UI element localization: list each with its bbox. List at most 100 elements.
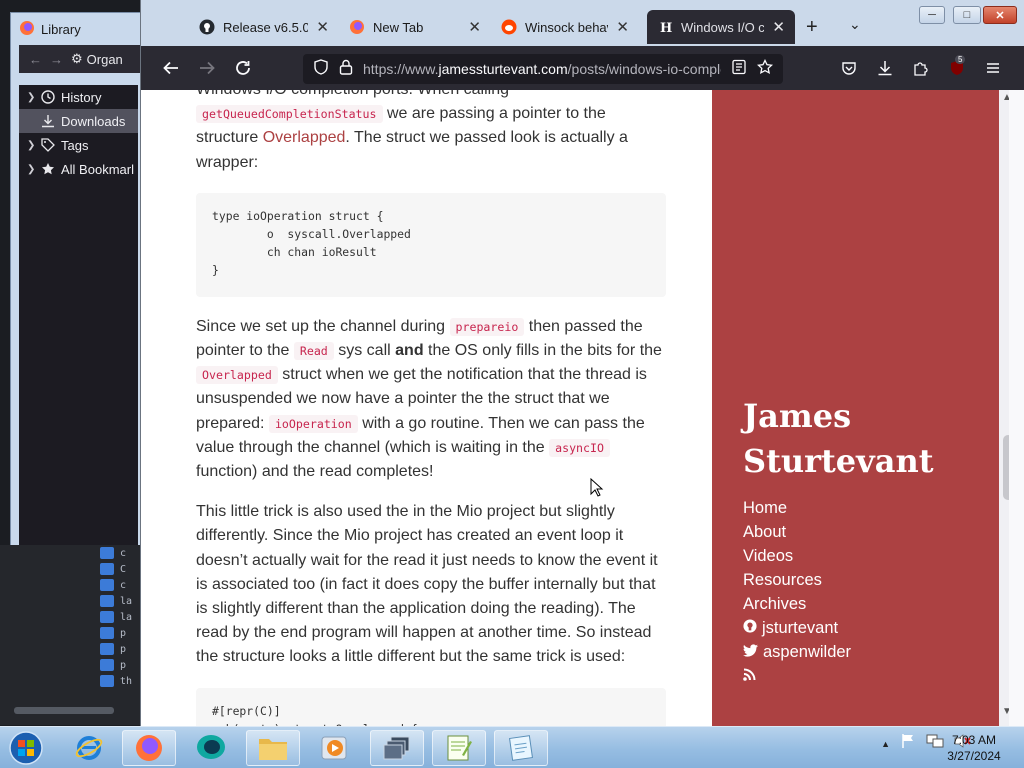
close-icon[interactable]: ✕ — [616, 18, 629, 36]
taskbar-clock[interactable]: 7:03 AM 3/27/2024 — [936, 732, 1012, 764]
scroll-up-icon[interactable]: ▲ — [1002, 92, 1009, 103]
bubble-app-icon — [197, 735, 225, 759]
list-item: c — [100, 545, 140, 561]
tab-release[interactable]: Release v6.5.0 · dr ✕ — [189, 10, 339, 44]
library-item-all-bookmarks[interactable]: ❯ All Bookmarl — [19, 157, 138, 181]
background-editor-window: c C c la la p p p th — [0, 545, 145, 725]
sidebar-link-about[interactable]: About — [743, 520, 973, 544]
text: sys call — [338, 342, 391, 360]
sidebar-link-videos[interactable]: Videos — [743, 544, 973, 568]
lock-icon[interactable] — [339, 59, 353, 80]
expand-arrow-icon[interactable]: ❯ — [27, 164, 35, 175]
library-item-label: History — [61, 89, 102, 105]
library-item-label: Tags — [61, 137, 89, 153]
sidebar-link-home[interactable]: Home — [743, 496, 973, 520]
url-host: jamessturtevant.com — [438, 61, 568, 77]
tab-new-tab[interactable]: New Tab ✕ — [339, 10, 491, 44]
show-hidden-icons-button[interactable]: ▲ — [881, 739, 890, 749]
url-path: /posts/windows-io-complet — [567, 61, 721, 77]
minimize-button[interactable]: ─ — [919, 6, 945, 24]
code-block: type ioOperation struct { o syscall.Over… — [196, 192, 666, 297]
chevron-down-icon[interactable]: ⌄ — [849, 16, 861, 33]
tab-winsock[interactable]: Winsock behavior ✕ — [491, 10, 639, 44]
class-icon — [100, 643, 114, 655]
overlapped-link[interactable]: Overlapped — [263, 129, 346, 146]
taskbar-file-explorer[interactable] — [246, 730, 300, 766]
extensions-button[interactable] — [911, 58, 931, 78]
scroll-down-icon[interactable]: ▼ — [1002, 706, 1009, 717]
notepad-icon — [509, 735, 533, 761]
firefox-window: Release v6.5.0 · dr ✕ New Tab ✕ Winsock … — [140, 0, 1024, 726]
forward-button[interactable] — [197, 58, 217, 78]
url-bar[interactable]: https://www.jamessturtevant.com/posts/wi… — [303, 54, 783, 84]
taskbar-firefox[interactable] — [122, 730, 176, 766]
reader-view-icon[interactable] — [731, 59, 747, 80]
clock-time: 7:03 AM — [951, 733, 997, 747]
svg-text:H: H — [660, 21, 672, 35]
downloads-button[interactable] — [875, 58, 895, 78]
taskbar-notepad-plus[interactable] — [432, 730, 486, 766]
reload-button[interactable] — [233, 58, 253, 78]
list-item: th — [100, 673, 140, 689]
sidebar-link-resources[interactable]: Resources — [743, 568, 973, 592]
library-item-tags[interactable]: ❯ Tags — [19, 133, 138, 157]
taskbar-media-player[interactable] — [308, 730, 362, 766]
expand-arrow-icon[interactable]: ❯ — [27, 140, 35, 151]
site-sidebar: James Sturtevant Home About Videos Resou… — [712, 90, 999, 726]
menu-button[interactable] — [983, 58, 1003, 78]
sidebar-link-rss[interactable] — [743, 664, 973, 688]
github-handle: jsturtevant — [762, 619, 839, 637]
horizontal-scrollbar[interactable] — [14, 707, 114, 714]
close-icon[interactable]: ✕ — [468, 18, 481, 36]
taskbar: ▲ 7:03 AM 3/27/2024 — [0, 726, 1024, 768]
library-window: Library ← → ⚙ Organ ❯ History Downloads … — [10, 12, 145, 553]
site-title[interactable]: James Sturtevant — [743, 394, 983, 484]
paragraph: Since we set up the channel during prepa… — [196, 315, 666, 484]
tab-windows-io[interactable]: H Windows I/O com ✕ — [647, 10, 795, 44]
clock-date: 3/27/2024 — [947, 749, 1001, 763]
mouse-cursor-icon — [590, 478, 604, 497]
organize-label: Organ — [86, 51, 123, 67]
start-button[interactable] — [2, 730, 50, 766]
shield-icon[interactable] — [313, 58, 329, 80]
maximize-button[interactable]: □ — [953, 6, 981, 24]
pocket-button[interactable] — [839, 58, 859, 78]
url-prefix: https://www. — [363, 61, 439, 77]
organize-menu-button[interactable]: ⚙ Organ — [71, 51, 123, 67]
back-button[interactable] — [161, 58, 181, 78]
clock-icon — [41, 90, 55, 104]
close-window-button[interactable]: ✕ — [983, 6, 1017, 24]
library-item-label: Downloads — [61, 113, 126, 129]
library-titlebar: Library — [11, 13, 144, 45]
sidebar-link-twitter[interactable]: aspenwilder — [743, 640, 973, 664]
page-scrollbar[interactable]: ▲ ▼ — [999, 90, 1009, 726]
class-icon — [100, 579, 114, 591]
back-arrow-icon[interactable]: ← — [29, 52, 42, 67]
twitter-icon — [743, 640, 758, 664]
download-icon — [41, 114, 55, 128]
twitter-handle: aspenwilder — [763, 643, 852, 661]
library-item-downloads[interactable]: Downloads — [19, 109, 138, 133]
bookmark-star-icon[interactable] — [756, 58, 774, 80]
taskbar-window-switcher[interactable] — [370, 730, 424, 766]
text: Windows I/O completion ports. When calli… — [196, 90, 509, 98]
inline-code: asyncIO — [549, 438, 610, 457]
sidebar-link-github[interactable]: jsturtevant — [743, 616, 973, 640]
expand-arrow-icon[interactable]: ❯ — [27, 92, 35, 103]
class-icon — [100, 547, 114, 559]
taskbar-chat-app[interactable] — [184, 730, 238, 766]
close-icon[interactable]: ✕ — [316, 18, 329, 36]
taskbar-internet-explorer[interactable] — [62, 730, 116, 766]
bold-text: and — [395, 342, 424, 360]
library-item-history[interactable]: ❯ History — [19, 85, 138, 109]
taskbar-notepad[interactable] — [494, 730, 548, 766]
url-text[interactable]: https://www.jamessturtevant.com/posts/wi… — [363, 61, 721, 77]
close-icon[interactable]: ✕ — [772, 18, 785, 36]
action-center-flag-icon[interactable] — [900, 733, 916, 754]
library-toolbar: ← → ⚙ Organ — [19, 45, 144, 73]
text: the OS only fills in the bits for the — [428, 342, 662, 360]
new-tab-button[interactable]: + — [806, 16, 818, 39]
forward-arrow-icon[interactable]: → — [50, 52, 63, 67]
sidebar-link-archives[interactable]: Archives — [743, 592, 973, 616]
scrollbar-thumb[interactable] — [1003, 435, 1009, 500]
